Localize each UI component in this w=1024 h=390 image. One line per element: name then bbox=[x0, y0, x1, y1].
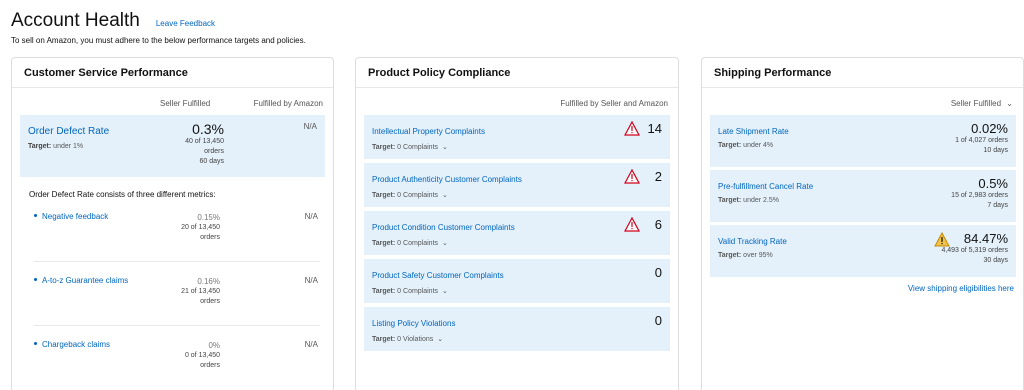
col-fulfilled-seller-amazon: Fulfilled by Seller and Amazon bbox=[560, 99, 668, 108]
late-shipment-value: 0.02% bbox=[971, 121, 1008, 136]
listing-target-dropdown[interactable]: Target: 0 Violations ⌄ bbox=[372, 335, 662, 343]
cancel-rate-value: 0.5% bbox=[978, 176, 1008, 191]
authenticity-complaints-link[interactable]: Product Authenticity Customer Complaints bbox=[372, 175, 522, 184]
safety-target-dropdown[interactable]: Target: 0 Complaints ⌄ bbox=[372, 287, 662, 295]
bullet-icon bbox=[34, 278, 37, 281]
order-defect-rate-link[interactable]: Order Defect Rate bbox=[28, 126, 109, 137]
safety-complaints-count: 0 bbox=[654, 265, 662, 280]
warning-icon bbox=[624, 217, 640, 232]
late-shipment-rate-panel: Late Shipment Rate Target: under 4% 0.02… bbox=[710, 115, 1016, 167]
chevron-down-icon: ⌄ bbox=[437, 336, 444, 343]
page-header: Account Health Leave Feedback To sell on… bbox=[11, 10, 306, 45]
pre-fulfillment-cancel-panel: Pre-fulfillment Cancel Rate Target: unde… bbox=[710, 170, 1016, 222]
odr-value-block: 0.3% 40 of 13,450 orders 60 days bbox=[150, 121, 224, 167]
order-defect-rate-panel: Order Defect Rate Target: under 1% 0.3% … bbox=[20, 115, 325, 177]
customer-service-card: Customer Service Performance Seller Fulf… bbox=[11, 57, 334, 390]
page-title: Account Health bbox=[11, 10, 140, 31]
pre-fulfillment-cancel-link[interactable]: Pre-fulfillment Cancel Rate bbox=[718, 182, 813, 191]
chevron-down-icon: ⌄ bbox=[441, 288, 448, 295]
chevron-down-icon: ⌄ bbox=[1006, 99, 1013, 108]
odr-value: 0.3% bbox=[192, 121, 224, 137]
a-to-z-claims-link[interactable]: A-to-z Guarantee claims bbox=[42, 276, 128, 285]
shipping-eligibilities-link[interactable]: View shipping eligibilities here bbox=[908, 284, 1014, 293]
odr-fba-value: N/A bbox=[303, 122, 317, 131]
negative-feedback-link[interactable]: Negative feedback bbox=[42, 212, 108, 221]
listing-violations-count: 0 bbox=[654, 313, 662, 328]
authenticity-complaints-count: 2 bbox=[654, 169, 662, 184]
condition-complaints-link[interactable]: Product Condition Customer Complaints bbox=[372, 223, 515, 232]
metric-a-to-z-claims: A-to-z Guarantee claims 0.16% 21 of 13,4… bbox=[34, 276, 320, 326]
shipping-performance-card: Shipping Performance Seller Fulfilled ⌄ … bbox=[701, 57, 1024, 390]
chevron-down-icon: ⌄ bbox=[441, 144, 448, 151]
policy-item-listing-violations: Listing Policy Violations Target: 0 Viol… bbox=[364, 307, 670, 351]
valid-tracking-rate-panel: Valid Tracking Rate Target: over 95% 84.… bbox=[710, 225, 1016, 277]
odr-orders-line2: orders bbox=[204, 148, 224, 155]
policy-item-ip-complaints: Intellectual Property Complaints Target:… bbox=[364, 115, 670, 159]
warning-icon bbox=[624, 169, 640, 184]
leave-feedback-link[interactable]: Leave Feedback bbox=[156, 19, 215, 28]
product-policy-card: Product Policy Compliance Fulfilled by S… bbox=[355, 57, 679, 390]
safety-complaints-link[interactable]: Product Safety Customer Complaints bbox=[372, 271, 504, 280]
valid-tracking-rate-link[interactable]: Valid Tracking Rate bbox=[718, 237, 787, 246]
ip-target-dropdown[interactable]: Target: 0 Complaints ⌄ bbox=[372, 143, 662, 151]
customer-service-title: Customer Service Performance bbox=[12, 58, 333, 88]
col-fulfilled-by-amazon: Fulfilled by Amazon bbox=[253, 99, 323, 108]
page-subtitle: To sell on Amazon, you must adhere to th… bbox=[11, 36, 306, 45]
policy-item-safety: Product Safety Customer Complaints Targe… bbox=[364, 259, 670, 303]
col-seller-fulfilled: Seller Fulfilled bbox=[160, 99, 211, 108]
shipping-filter-dropdown[interactable]: Seller Fulfilled ⌄ bbox=[951, 99, 1013, 108]
shipping-performance-title: Shipping Performance bbox=[702, 58, 1023, 88]
product-policy-title: Product Policy Compliance bbox=[356, 58, 678, 88]
chargeback-claims-link[interactable]: Chargeback claims bbox=[42, 340, 110, 349]
ip-complaints-link[interactable]: Intellectual Property Complaints bbox=[372, 127, 485, 136]
policy-item-authenticity: Product Authenticity Customer Complaints… bbox=[364, 163, 670, 207]
odr-orders-line1: 40 of 13,450 bbox=[185, 138, 224, 145]
chevron-down-icon: ⌄ bbox=[441, 192, 448, 199]
ip-complaints-count: 14 bbox=[647, 121, 662, 136]
bullet-icon bbox=[34, 214, 37, 217]
late-shipment-rate-link[interactable]: Late Shipment Rate bbox=[718, 127, 789, 136]
valid-tracking-value: 84.47% bbox=[963, 231, 1008, 246]
metric-chargeback-claims: Chargeback claims 0% 0 of 13,450 orders … bbox=[34, 340, 320, 390]
condition-target-dropdown[interactable]: Target: 0 Complaints ⌄ bbox=[372, 239, 662, 247]
warning-icon bbox=[624, 121, 640, 136]
odr-consists-text: Order Defect Rate consists of three diff… bbox=[29, 190, 216, 199]
condition-complaints-count: 6 bbox=[654, 217, 662, 232]
listing-violations-link[interactable]: Listing Policy Violations bbox=[372, 319, 455, 328]
bullet-icon bbox=[34, 342, 37, 345]
policy-item-condition: Product Condition Customer Complaints Ta… bbox=[364, 211, 670, 255]
authenticity-target-dropdown[interactable]: Target: 0 Complaints ⌄ bbox=[372, 191, 662, 199]
metric-negative-feedback: Negative feedback 0.15% 20 of 13,450 ord… bbox=[34, 212, 320, 262]
chevron-down-icon: ⌄ bbox=[441, 240, 448, 247]
odr-days: 60 days bbox=[199, 158, 224, 165]
